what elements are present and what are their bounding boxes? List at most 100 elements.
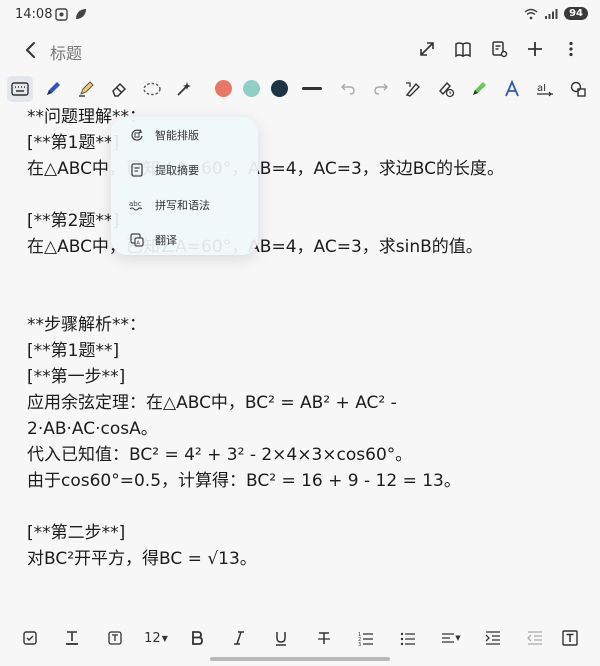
content-line: 应用余弦定理：在△ABC中，BC² = AB² + AC² -: [27, 393, 397, 413]
expand-button[interactable]: [416, 38, 438, 60]
italic-button[interactable]: [227, 626, 251, 650]
lasso-tool[interactable]: [139, 76, 165, 102]
status-bar: 14:08 94: [0, 0, 600, 30]
content-line: 代入已知值：BC² = 4² + 3² - 2×4×3×cos60°。: [27, 445, 413, 465]
pen-tool[interactable]: [40, 76, 66, 102]
keyboard-tool[interactable]: [7, 76, 33, 102]
menu-item-label: 提取摘要: [155, 164, 199, 177]
text-color-button[interactable]: [60, 626, 84, 650]
outdent-button[interactable]: [523, 626, 547, 650]
menu-item-label: 拼写和语法: [155, 199, 210, 212]
font-size-selector[interactable]: 12 ▼: [141, 626, 171, 650]
menu-item-label: 翻译: [155, 234, 177, 247]
redo-icon: [374, 83, 388, 95]
reading-mode-button[interactable]: [452, 38, 474, 60]
summary-icon: [129, 162, 145, 178]
doc-settings-icon: [492, 41, 508, 58]
bold-button[interactable]: [185, 626, 209, 650]
shape-tool[interactable]: [400, 76, 426, 102]
text-style-tool[interactable]: [499, 76, 525, 102]
back-button[interactable]: [18, 38, 42, 62]
outdent-icon: [527, 631, 542, 645]
menu-item-extract-summary[interactable]: 提取摘要: [111, 155, 258, 185]
underline-icon: [276, 632, 286, 646]
bullet-list-button[interactable]: [396, 626, 420, 650]
text-style-button[interactable]: [103, 626, 127, 650]
dropdown-caret-icon: ▼: [161, 633, 168, 643]
redo-button[interactable]: [368, 76, 394, 102]
color-swatch-red[interactable]: [215, 80, 232, 97]
dropdown-caret-icon: ▼: [455, 634, 461, 642]
signal-icon: [545, 8, 558, 19]
battery-indicator: 94: [564, 7, 588, 20]
color-swatch-teal[interactable]: [243, 80, 260, 97]
spellcheck-icon: abc: [129, 197, 145, 213]
svg-text:abc: abc: [129, 200, 142, 208]
menu-item-translate[interactable]: A 翻译: [111, 225, 258, 255]
note-title[interactable]: 标题: [50, 40, 82, 64]
bold-icon: [192, 631, 203, 645]
content-line: 由于cos60°=0.5，计算得：BC² = 16 + 9 - 12 = 13。: [27, 471, 461, 491]
svg-text:3: 3: [358, 642, 361, 646]
content-line: [27, 286, 597, 312]
wifi-icon: [524, 8, 538, 19]
status-time: 14:08: [15, 7, 53, 22]
content-line: [27, 260, 597, 286]
menu-item-spelling-grammar[interactable]: abc 拼写和语法: [111, 190, 258, 220]
drawing-toolbar: aI: [0, 74, 600, 104]
timer-pen-tool[interactable]: [433, 76, 459, 102]
content-line: **步骤解析**：: [27, 315, 146, 335]
leaf-icon: [76, 9, 86, 19]
align-left-icon: [442, 633, 455, 643]
add-button[interactable]: [524, 38, 546, 60]
keyboard-icon: [11, 82, 29, 96]
color-swatch-navy[interactable]: [271, 80, 288, 97]
highlighter-tool[interactable]: [73, 76, 99, 102]
format-toolbar: 12 ▼ 123 ▼: [0, 626, 600, 650]
more-vertical-icon: [569, 41, 573, 57]
more-options-button[interactable]: [560, 38, 582, 60]
font-size-value: 12: [144, 630, 161, 646]
pen-icon: [47, 82, 60, 95]
strikethrough-button[interactable]: [312, 626, 336, 650]
indent-button[interactable]: [481, 626, 505, 650]
magic-tool[interactable]: [171, 76, 197, 102]
back-arrow-icon: [26, 42, 35, 58]
stroke-width-tool[interactable]: [302, 87, 322, 90]
underline-button[interactable]: [269, 626, 293, 650]
insert-text-box-icon: [562, 630, 578, 646]
lasso-icon: [143, 82, 161, 96]
sparkle-pen-icon: [177, 82, 191, 96]
undo-icon: [341, 83, 355, 95]
menu-item-smart-layout[interactable]: 智能排版: [111, 120, 258, 150]
indent-icon: [485, 631, 500, 645]
numbered-list-button[interactable]: 123: [354, 626, 378, 650]
screenshot-icon: [55, 8, 68, 21]
checkbox-button[interactable]: [18, 626, 42, 650]
italic-icon: [234, 631, 244, 645]
shapes-tool[interactable]: [565, 76, 591, 102]
text-convert-icon: aI: [537, 83, 553, 97]
text-recognition-tool[interactable]: aI: [532, 76, 558, 102]
marker-tool[interactable]: [466, 76, 492, 102]
eraser-tool[interactable]: [106, 76, 132, 102]
text-color-icon: [66, 631, 78, 645]
align-button[interactable]: ▼: [438, 626, 464, 650]
text-box-icon: [108, 631, 122, 645]
checkbox-icon: [23, 631, 37, 645]
shape-pen-icon: [405, 82, 420, 97]
expand-icon: [420, 42, 434, 56]
home-indicator[interactable]: [210, 657, 390, 661]
plus-icon: [528, 42, 542, 56]
pen-clock-icon: [439, 81, 455, 98]
title-bar: 标题: [0, 30, 600, 70]
content-line: [**第二步**]: [27, 523, 126, 543]
svg-text:A: A: [136, 241, 140, 247]
undo-button[interactable]: [335, 76, 361, 102]
note-settings-button[interactable]: [488, 38, 510, 60]
content-line: 2·AB·AC·cosA。: [27, 419, 158, 439]
smart-layout-icon: [129, 127, 145, 143]
translate-icon: A: [129, 232, 145, 248]
text-box-button[interactable]: [558, 626, 582, 650]
numbered-list-icon: 123: [358, 632, 373, 646]
